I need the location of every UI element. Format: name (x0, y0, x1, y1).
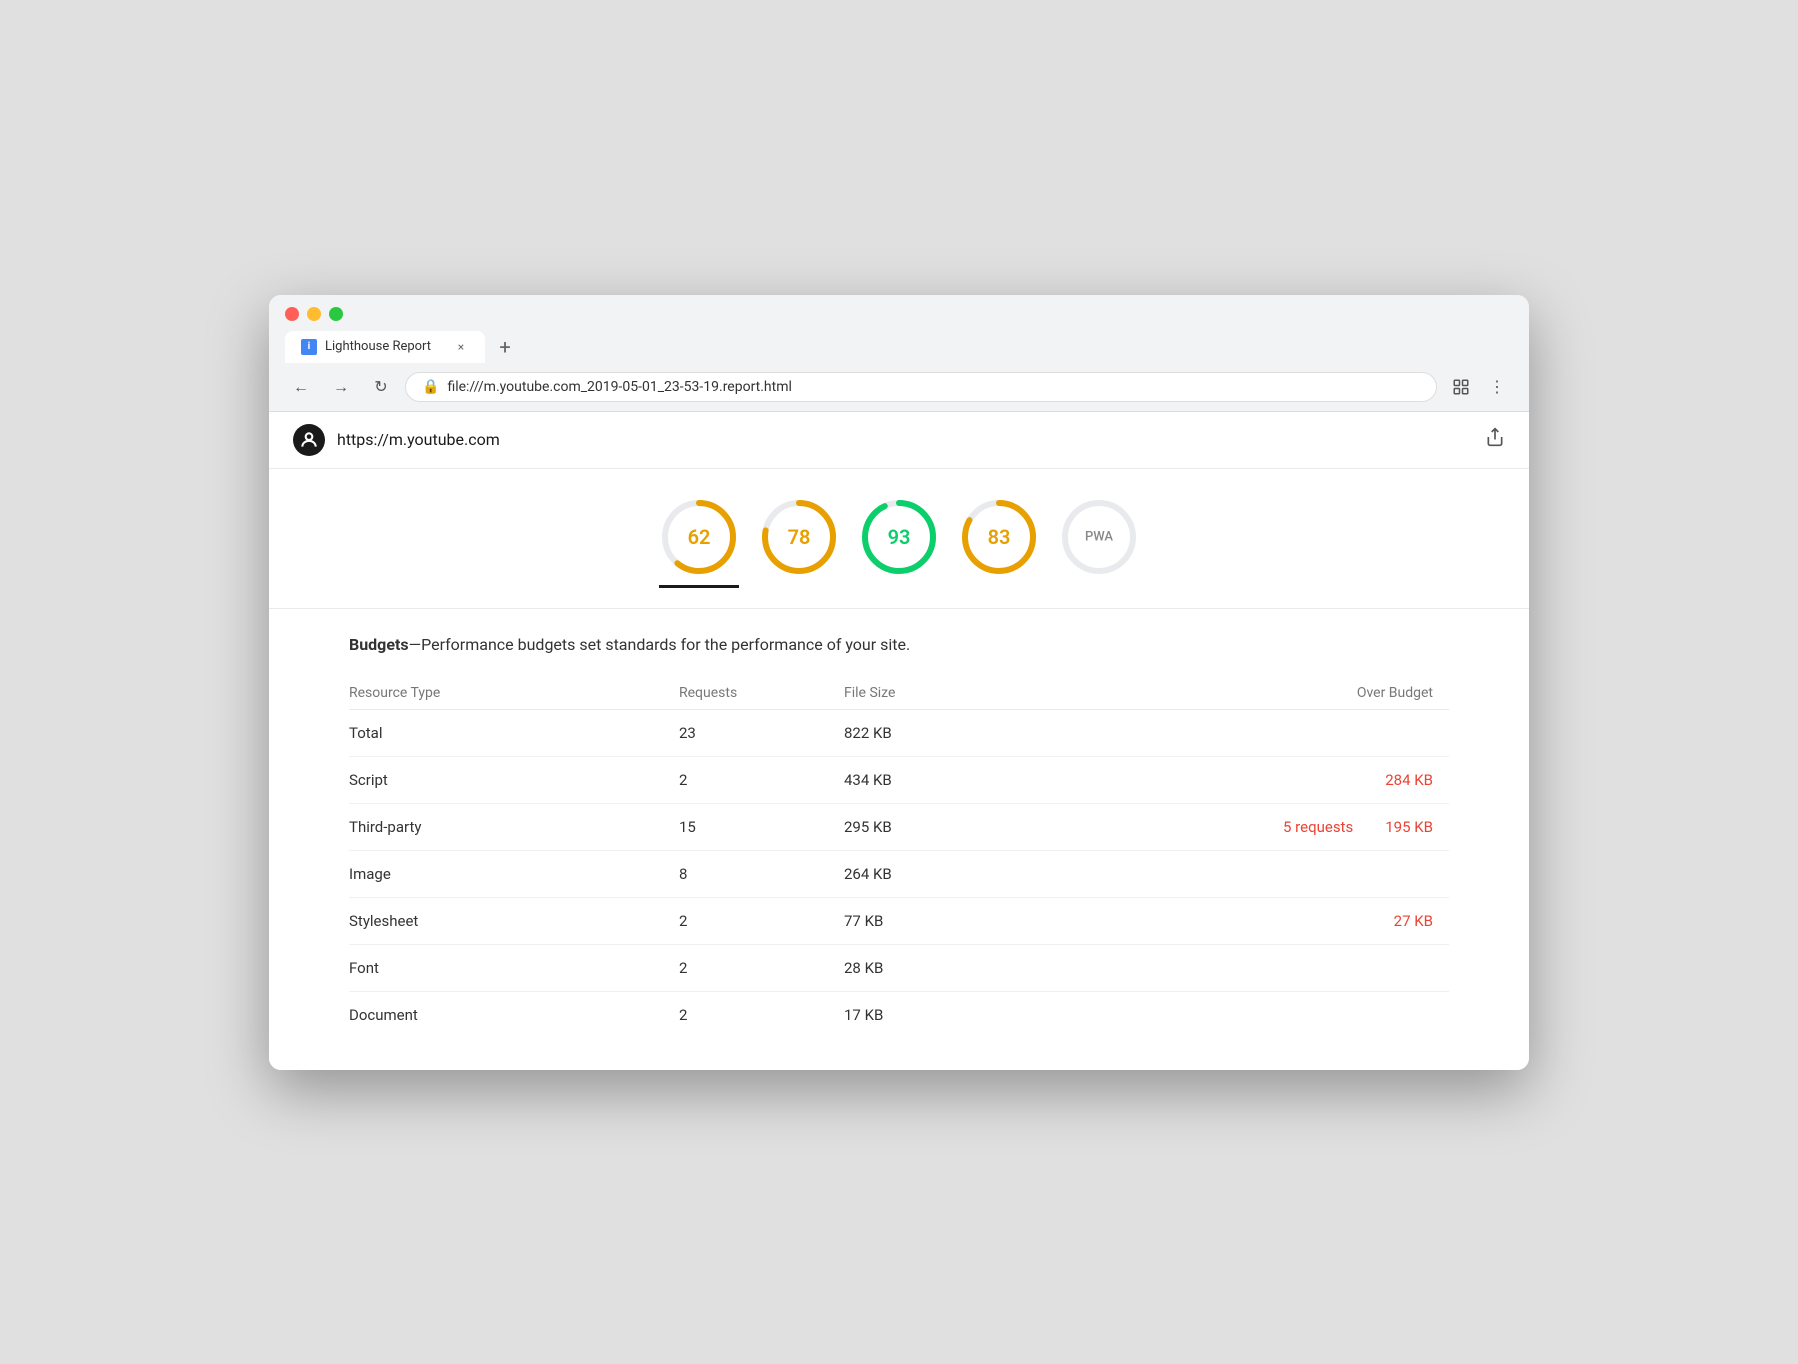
cell-resource-type: Image (349, 850, 679, 897)
table-row: Image8264 KB (349, 850, 1449, 897)
cell-requests: 15 (679, 803, 844, 850)
score-circle-seo: 83 (959, 497, 1039, 577)
cell-file-size: 295 KB (844, 803, 1119, 850)
score-performance[interactable]: 62 (659, 497, 739, 588)
score-underline-accessibility (759, 585, 839, 588)
budgets-title: Budgets (349, 635, 409, 654)
score-value-best-practices: 93 (888, 525, 911, 549)
tab-close-button[interactable]: × (453, 339, 469, 355)
cell-file-size: 17 KB (844, 991, 1119, 1038)
cell-file-size: 434 KB (844, 756, 1119, 803)
tab-favicon: i (301, 339, 317, 355)
cell-requests: 2 (679, 897, 844, 944)
score-underline-best-practices (859, 585, 939, 588)
score-underline-seo (959, 585, 1039, 588)
cell-resource-type: Total (349, 709, 679, 756)
cell-requests: 2 (679, 991, 844, 1038)
score-pwa[interactable]: PWA (1059, 497, 1139, 588)
tabs-row: i Lighthouse Report × + (285, 331, 1513, 363)
cell-resource-type: Font (349, 944, 679, 991)
table-row: Script2434 KB 284 KB (349, 756, 1449, 803)
cell-requests: 2 (679, 756, 844, 803)
budget-table: Resource Type Requests File Size Over Bu… (349, 677, 1449, 1038)
score-seo[interactable]: 83 (959, 497, 1039, 588)
budgets-description: —Performance budgets set standards for t… (409, 635, 911, 654)
title-bar: i Lighthouse Report × + (269, 295, 1529, 363)
cell-over-budget (1119, 850, 1449, 897)
cell-file-size: 28 KB (844, 944, 1119, 991)
requests-over-budget-value: 5 requests (1283, 818, 1353, 836)
cell-over-budget: 5 requests 195 KB (1119, 803, 1449, 850)
maximize-traffic-light[interactable] (329, 307, 343, 321)
score-value-accessibility: 78 (788, 525, 811, 549)
table-row: Stylesheet277 KB 27 KB (349, 897, 1449, 944)
close-traffic-light[interactable] (285, 307, 299, 321)
cell-file-size: 264 KB (844, 850, 1119, 897)
content-area: 62 78 (269, 469, 1529, 1070)
score-value-seo: 83 (988, 525, 1011, 549)
cell-over-budget: 284 KB (1119, 756, 1449, 803)
cell-resource-type: Stylesheet (349, 897, 679, 944)
menu-button[interactable]: ⋮ (1481, 371, 1513, 403)
cell-requests: 23 (679, 709, 844, 756)
share-button[interactable] (1485, 427, 1505, 452)
col-over-budget: Over Budget (1119, 677, 1449, 710)
back-button[interactable]: ← (285, 371, 317, 403)
table-header-row: Resource Type Requests File Size Over Bu… (349, 677, 1449, 710)
file-size-over-budget-value: 27 KB (1394, 912, 1433, 930)
table-row: Third-party15295 KB 5 requests 195 KB (349, 803, 1449, 850)
cell-resource-type: Script (349, 756, 679, 803)
address-bar[interactable]: 🔒 file:///m.youtube.com_2019-05-01_23-53… (405, 372, 1437, 402)
cell-file-size: 822 KB (844, 709, 1119, 756)
url-text: file:///m.youtube.com_2019-05-01_23-53-1… (447, 379, 1420, 395)
nav-bar: ← → ↻ 🔒 file:///m.youtube.com_2019-05-01… (269, 363, 1529, 412)
file-size-over-budget-value: 284 KB (1385, 771, 1433, 789)
scores-row: 62 78 (269, 469, 1529, 588)
site-avatar (293, 424, 325, 456)
cell-over-budget: 27 KB (1119, 897, 1449, 944)
score-circle-pwa: PWA (1059, 497, 1139, 577)
budgets-section: Budgets—Performance budgets set standard… (269, 609, 1529, 1070)
reload-button[interactable]: ↻ (365, 371, 397, 403)
score-underline-performance (659, 585, 739, 588)
minimize-traffic-light[interactable] (307, 307, 321, 321)
forward-button[interactable]: → (325, 371, 357, 403)
score-value-performance: 62 (688, 525, 711, 549)
col-file-size: File Size (844, 677, 1119, 710)
score-circle-accessibility: 78 (759, 497, 839, 577)
site-info-bar: https://m.youtube.com (269, 412, 1529, 469)
score-circle-performance: 62 (659, 497, 739, 577)
score-value-pwa: PWA (1085, 529, 1113, 544)
file-size-over-budget-value: 195 KB (1385, 818, 1433, 836)
col-requests: Requests (679, 677, 844, 710)
tab-title: Lighthouse Report (325, 339, 445, 354)
cell-resource-type: Third-party (349, 803, 679, 850)
active-tab[interactable]: i Lighthouse Report × (285, 331, 485, 363)
nav-actions: ⋮ (1445, 371, 1513, 403)
table-row: Font228 KB (349, 944, 1449, 991)
col-resource-type: Resource Type (349, 677, 679, 710)
extensions-button[interactable] (1445, 371, 1477, 403)
table-row: Total23822 KB (349, 709, 1449, 756)
score-best-practices[interactable]: 93 (859, 497, 939, 588)
cell-over-budget (1119, 991, 1449, 1038)
cell-over-budget (1119, 709, 1449, 756)
cell-requests: 2 (679, 944, 844, 991)
budget-table-body: Total23822 KBScript2434 KB284 KBThird-pa… (349, 709, 1449, 1038)
browser-window: i Lighthouse Report × + ← → ↻ 🔒 file:///… (269, 295, 1529, 1070)
table-row: Document217 KB (349, 991, 1449, 1038)
cell-resource-type: Document (349, 991, 679, 1038)
cell-file-size: 77 KB (844, 897, 1119, 944)
traffic-lights (285, 307, 1513, 321)
cell-requests: 8 (679, 850, 844, 897)
cell-over-budget (1119, 944, 1449, 991)
score-accessibility[interactable]: 78 (759, 497, 839, 588)
budgets-header: Budgets—Performance budgets set standard… (349, 633, 1449, 657)
secure-icon: 🔒 (422, 379, 439, 395)
site-url: https://m.youtube.com (337, 430, 500, 449)
score-underline-pwa (1059, 585, 1139, 588)
score-circle-best-practices: 93 (859, 497, 939, 577)
new-tab-button[interactable]: + (489, 331, 521, 363)
